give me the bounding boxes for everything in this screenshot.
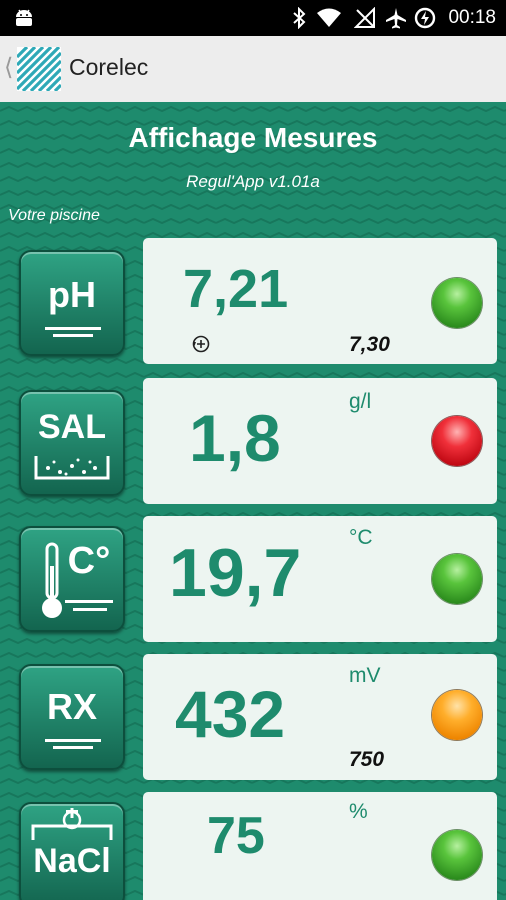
tile-label: RX <box>46 686 97 727</box>
tile-label: SAL <box>38 408 106 446</box>
temp-measure-card[interactable]: 19,7 °C <box>143 516 497 642</box>
tile-line-icon <box>65 600 113 603</box>
nacl-unit: % <box>349 800 368 823</box>
sal-tile-button[interactable]: SAL <box>19 390 125 496</box>
ph-measure-card[interactable]: 7,21 7,30 <box>143 238 497 364</box>
tile-line-icon <box>45 327 101 330</box>
measures-screen: Affichage Mesures Regul'App v1.01a Votre… <box>0 102 506 900</box>
tile-label: NaCl <box>33 842 111 880</box>
nacl-measure-card[interactable]: 75 % <box>143 792 497 900</box>
ph-tile-button[interactable]: pH <box>19 250 125 356</box>
rx-measure-card[interactable]: 432 mV 750 <box>143 654 497 780</box>
rx-setpoint: 750 <box>349 748 385 771</box>
ph-value: 7,21 <box>183 259 289 319</box>
tile-line-icon <box>45 739 101 742</box>
bluetooth-icon <box>293 7 306 29</box>
nacl-status-indicator <box>432 830 482 880</box>
action-bar: ⟨ Corelec <box>0 36 506 103</box>
wifi-icon <box>317 8 341 27</box>
page-title: Affichage Mesures <box>128 122 378 153</box>
android-icon <box>16 9 32 26</box>
tile-label: pH <box>48 274 96 315</box>
status-clock: 00:18 <box>448 7 496 28</box>
salt-container-icon <box>34 456 110 480</box>
sal-value: 1,8 <box>189 401 281 475</box>
status-bar: 00:18 <box>0 0 506 36</box>
battery-charging-icon <box>414 7 436 29</box>
rx-value: 432 <box>175 677 286 751</box>
chevron-left-icon[interactable]: ⟨ <box>4 54 13 82</box>
ph-status-indicator <box>432 278 482 328</box>
sal-status-indicator <box>432 416 482 466</box>
airplane-icon <box>386 8 406 29</box>
temp-tile-button[interactable]: C° <box>19 526 125 632</box>
temp-status-indicator <box>432 554 482 604</box>
electrolysis-cell-icon <box>31 808 113 840</box>
tile-line-icon <box>53 746 93 749</box>
temp-unit: °C <box>349 526 373 549</box>
ph-setpoint: 7,30 <box>349 333 390 356</box>
app-title: Corelec <box>69 54 149 80</box>
rx-status-indicator <box>432 690 482 740</box>
corelec-logo-icon[interactable] <box>17 47 61 91</box>
regulation-icon <box>192 335 210 353</box>
temp-value: 19,7 <box>169 535 302 611</box>
sal-measure-card[interactable]: 1,8 g/l <box>143 378 497 504</box>
tile-line-icon <box>73 608 107 611</box>
app-version: Regul'App v1.01a <box>186 172 320 191</box>
signal-off-icon <box>354 7 375 28</box>
section-label: Votre piscine <box>8 207 100 224</box>
sal-unit: g/l <box>349 390 372 413</box>
nacl-value: 75 <box>207 807 265 865</box>
tile-label: C° <box>67 540 111 582</box>
nacl-tile-button[interactable]: NaCl <box>19 802 125 900</box>
rx-tile-button[interactable]: RX <box>19 664 125 770</box>
tile-line-icon <box>53 334 93 337</box>
rx-unit: mV <box>349 664 381 687</box>
